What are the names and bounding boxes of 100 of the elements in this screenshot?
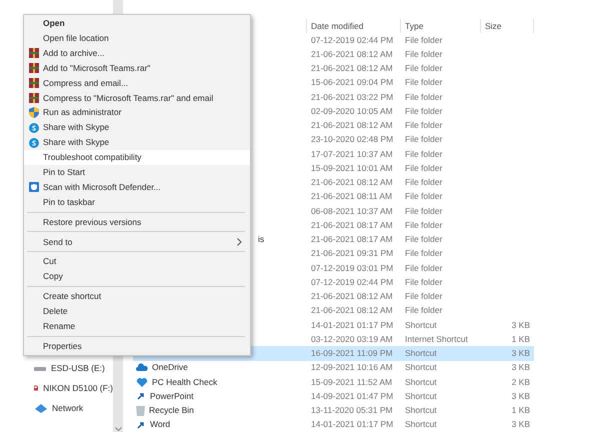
menu-item[interactable]: Rename xyxy=(24,318,250,334)
nav-item[interactable]: NIKON D5100 (F:) xyxy=(43,382,113,394)
date-cell: 07-12-2019 03:01 PM xyxy=(311,262,394,273)
date-cell: 07-12-2019 02:44 PM xyxy=(311,276,394,287)
column-header[interactable]: Date modified xyxy=(311,20,364,32)
date-cell: 21-06-2021 08:12 AM xyxy=(311,63,393,74)
cloud-icon xyxy=(136,363,148,372)
archive-icon xyxy=(29,63,39,74)
date-cell: 21-06-2021 08:11 AM xyxy=(311,191,392,202)
menu-item[interactable]: Cut xyxy=(24,254,250,270)
column-header[interactable]: Size xyxy=(485,20,502,32)
type-cell: Shortcut xyxy=(405,348,437,358)
type-cell: File folder xyxy=(405,106,442,116)
menu-item[interactable]: Delete xyxy=(24,304,250,319)
type-cell: Shortcut xyxy=(405,362,437,372)
type-cell: File folder xyxy=(405,206,442,216)
size-cell: 1 KB xyxy=(512,332,530,346)
menu-item[interactable]: Pin to Start xyxy=(24,164,250,180)
shortcut-icon xyxy=(136,391,146,402)
menu-item[interactable]: Open xyxy=(24,16,250,31)
date-cell: 07-12-2019 02:44 PM xyxy=(311,34,394,45)
menu-item[interactable]: Share with Skype xyxy=(24,135,250,150)
size-cell: 3 KB xyxy=(512,390,530,403)
file-name: PC Health Check xyxy=(152,376,218,388)
menu-item[interactable]: Add to "Microsoft Teams.rar" xyxy=(24,60,250,76)
file-name: PowerPoint xyxy=(150,390,194,403)
date-cell: 17-07-2021 10:37 AM xyxy=(311,148,393,159)
size-cell: 3 KB xyxy=(512,418,530,432)
menu-item[interactable]: Run as administrator xyxy=(24,105,250,120)
date-cell: 21-06-2021 09:31 PM xyxy=(311,248,394,258)
nav-item[interactable]: ESD-USB (E:) xyxy=(51,362,105,374)
menu-item[interactable]: Add to archive... xyxy=(24,46,250,61)
scroll-down-icon[interactable] xyxy=(114,427,122,432)
file-name: Word xyxy=(150,418,170,432)
type-cell: File folder xyxy=(405,220,442,230)
chevron-right-icon xyxy=(237,238,242,246)
type-cell: Shortcut xyxy=(405,390,437,401)
date-cell: 15-09-2021 10:01 AM xyxy=(311,162,393,173)
type-cell: File folder xyxy=(405,291,442,302)
type-cell: Shortcut xyxy=(405,320,437,330)
file-row[interactable]: PowerPoint 14-09-2021 01:47 PM Shortcut 3 KB xyxy=(133,389,534,404)
file-row[interactable]: Recycle Bin 13-11-2020 05:31 PM Shortcut 1 KB xyxy=(133,403,534,418)
drive-icon xyxy=(34,364,46,372)
date-cell: 21-06-2021 08:12 AM xyxy=(311,48,393,59)
type-cell: File folder xyxy=(405,234,442,244)
type-cell: File folder xyxy=(405,248,442,258)
size-cell: 2 KB xyxy=(512,376,530,388)
type-cell: File folder xyxy=(405,77,442,88)
date-cell: 06-08-2021 10:37 AM xyxy=(311,206,393,216)
menu-item[interactable]: Send to xyxy=(24,234,250,250)
type-cell: File folder xyxy=(405,262,442,273)
type-cell: File folder xyxy=(405,191,442,202)
file-name: Recycle Bin xyxy=(149,404,194,417)
date-cell: 15-09-2021 11:52 AM xyxy=(311,376,392,387)
shortcut-icon xyxy=(136,420,146,430)
date-cell: 14-09-2021 01:47 PM xyxy=(311,390,394,401)
menu-item[interactable]: Create shortcut xyxy=(24,289,250,304)
menu-item[interactable]: Share with Skype xyxy=(24,120,250,136)
date-cell: 21-06-2021 08:12 AM xyxy=(311,177,393,188)
date-cell: 14-01-2021 01:17 PM xyxy=(311,419,394,430)
network-icon xyxy=(34,403,47,413)
menu-item[interactable]: Open file location xyxy=(24,30,250,46)
type-cell: File folder xyxy=(405,276,442,287)
date-cell: 23-10-2020 02:48 PM xyxy=(311,134,394,144)
menu-item[interactable]: Troubleshoot compatibility xyxy=(24,150,250,165)
menu-item[interactable]: Copy xyxy=(24,269,250,284)
type-cell: File folder xyxy=(405,134,442,144)
file-row[interactable]: PC Health Check 15-09-2021 11:52 AM Shortcut 2 KB xyxy=(133,374,534,390)
nav-item[interactable]: Network xyxy=(52,402,84,414)
archive-icon xyxy=(29,48,39,58)
menu-item[interactable]: Pin to taskbar xyxy=(24,194,250,210)
menu-item[interactable]: Restore previous versions xyxy=(24,214,250,230)
date-cell: 16-09-2021 11:09 PM xyxy=(311,348,393,358)
date-cell: 02-09-2020 10:05 AM xyxy=(311,106,393,116)
type-cell: File folder xyxy=(405,63,442,74)
menu-item[interactable]: Scan with Microsoft Defender... xyxy=(24,180,250,195)
file-name: is xyxy=(258,233,264,246)
type-cell: Shortcut xyxy=(405,419,437,430)
type-cell: Internet Shortcut xyxy=(405,334,468,344)
file-row[interactable]: Word 14-01-2021 01:17 PM Shortcut 3 KB xyxy=(133,418,534,432)
type-cell: Shortcut xyxy=(405,376,437,387)
date-cell: 15-06-2021 09:04 PM xyxy=(311,77,394,88)
date-cell: 21-06-2021 08:12 AM xyxy=(311,291,393,302)
date-cell: 03-12-2020 03:19 AM xyxy=(311,334,393,344)
size-cell: 3 KB xyxy=(512,347,530,360)
recycle-bin-icon xyxy=(136,405,145,416)
date-cell: 12-09-2021 10:16 AM xyxy=(311,362,393,372)
date-cell: 14-01-2021 01:17 PM xyxy=(311,320,394,330)
type-cell: File folder xyxy=(405,48,442,59)
menu-item[interactable]: Compress to "Microsoft Teams.rar" and email xyxy=(24,90,250,106)
column-header[interactable]: Type xyxy=(405,20,424,32)
file-row[interactable]: OneDrive 12-09-2021 10:16 AM Shortcut 3 KB xyxy=(133,360,534,375)
date-cell: 21-06-2021 08:12 AM xyxy=(311,120,393,130)
menu-item[interactable]: Compress and email... xyxy=(24,76,250,90)
type-cell: File folder xyxy=(405,92,442,102)
size-cell: 1 KB xyxy=(512,404,530,417)
date-cell: 13-11-2020 05:31 PM xyxy=(311,405,393,416)
archive-icon xyxy=(29,78,39,88)
size-cell: 3 KB xyxy=(512,361,530,374)
skype-icon xyxy=(29,138,39,148)
